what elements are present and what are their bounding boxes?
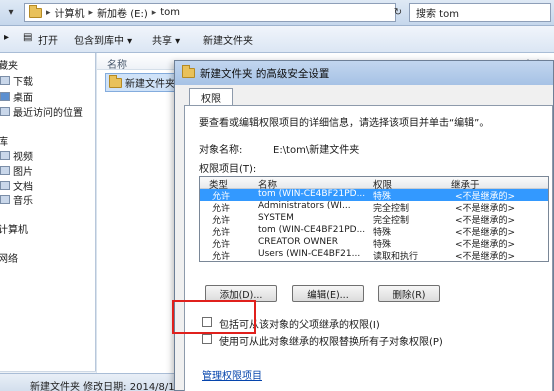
command-bar: ▸ ▤ 打开 包含到库中 ▾ 共享 ▾ 新建文件夹 xyxy=(0,26,554,53)
permission-list-header: 类型 名称 权限 继承于 xyxy=(200,177,548,191)
search-input[interactable]: 搜索 tom xyxy=(409,3,551,22)
organize-icon[interactable]: ▸ xyxy=(4,32,9,43)
refresh-icon[interactable]: ↻ xyxy=(390,3,406,22)
permission-entries-label: 权限项目(T): xyxy=(199,164,257,175)
cell-name: Users (WIN-CE4BF21... xyxy=(258,249,361,259)
cell-name: tom (WIN-CE4BF21PD... xyxy=(258,189,366,199)
tab-label: 权限 xyxy=(201,94,221,105)
permission-entries-list[interactable]: 类型 名称 权限 继承于 允许 tom (WIN-CE4BF21PD... 特殊… xyxy=(199,176,549,262)
folder-icon xyxy=(182,65,195,78)
breadcrumb-tom[interactable]: tom xyxy=(160,7,180,18)
sidebar-item-pictures[interactable]: 图片 xyxy=(0,163,33,178)
column-name[interactable]: 名称 xyxy=(107,56,127,71)
advanced-security-dialog: 新建文件夹 的高级安全设置 权限 要查看或编辑权限项目的详细信息，请选择该项目并… xyxy=(174,60,554,391)
downloads-icon xyxy=(0,75,10,85)
cell-name: SYSTEM xyxy=(258,213,294,223)
sidebar-item-label: 视频 xyxy=(13,151,33,163)
table-row[interactable]: 允许 SYSTEM 完全控制 <不是继承的> xyxy=(200,213,548,226)
sidebar-item-favorites[interactable]: 藏夹 xyxy=(0,57,18,72)
cell-name: CREATOR OWNER xyxy=(258,237,339,247)
breadcrumb-computer[interactable]: 计算机 xyxy=(55,5,85,20)
details-text: 新建文件夹 修改日期: 2014/8/1 xyxy=(30,382,175,391)
replace-child-permissions-label: 使用可从此对象继承的权限替换所有子对象权限(P) xyxy=(219,337,443,348)
chevron-right-icon: ▸ xyxy=(88,7,94,18)
sidebar-item-network[interactable]: 网络 xyxy=(0,250,18,265)
highlight-annotation xyxy=(172,300,256,334)
table-row[interactable]: 允许 CREATOR OWNER 特殊 <不是继承的> xyxy=(200,237,548,250)
sidebar-item-music[interactable]: 音乐 xyxy=(0,192,33,207)
sidebar-item-label: 音乐 xyxy=(13,195,33,207)
sidebar-item-label: 图片 xyxy=(13,166,33,178)
music-icon xyxy=(0,194,10,204)
sidebar-item-label: 文档 xyxy=(13,181,33,193)
pictures-icon xyxy=(0,165,10,175)
sidebar-item-videos[interactable]: 视频 xyxy=(0,148,33,163)
sidebar-item-label: 网络 xyxy=(0,253,18,265)
manage-permissions-link[interactable]: 管理权限项目 xyxy=(202,367,262,382)
instruction-text: 要查看或编辑权限项目的详细信息，请选择该项目并单击“编辑”。 xyxy=(199,118,490,129)
dialog-title: 新建文件夹 的高级安全设置 xyxy=(200,67,330,80)
object-name-label: 对象名称: xyxy=(199,145,243,156)
cell-permission: 读取和执行 xyxy=(373,252,419,262)
dialog-title-bar[interactable]: 新建文件夹 的高级安全设置 xyxy=(175,61,553,85)
new-folder-button[interactable]: 新建文件夹 xyxy=(203,32,253,47)
sidebar-item-label: 桌面 xyxy=(13,92,33,104)
address-box[interactable]: ▸ 计算机 ▸ 新加卷 (E:) ▸ tom xyxy=(24,3,396,22)
recent-pages-icon[interactable]: ▾ xyxy=(3,3,19,22)
sidebar-item-label: 藏夹 xyxy=(0,60,18,72)
table-row[interactable]: 允许 tom (WIN-CE4BF21PD... 特殊 <不是继承的> xyxy=(200,225,548,238)
sidebar-item-recent[interactable]: 最近访问的位置 xyxy=(0,104,83,119)
sidebar-item-documents[interactable]: 文档 xyxy=(0,178,33,193)
open-icon[interactable]: ▤ xyxy=(23,32,32,43)
edit-button[interactable]: 编辑(E)... xyxy=(292,285,364,302)
navigation-pane: 藏夹 下载 桌面 最近访问的位置 库 视频 图片 文档 音乐 计算机 网络 xyxy=(0,53,96,391)
cell-name: Administrators (WI... xyxy=(258,201,351,211)
cell-type: 允许 xyxy=(212,252,231,262)
chevron-right-icon: ▸ xyxy=(46,7,51,18)
table-row[interactable]: 允许 Administrators (WI... 完全控制 <不是继承的> xyxy=(200,201,548,214)
sidebar-item-label: 下载 xyxy=(13,76,33,88)
delete-button[interactable]: 删除(R) xyxy=(378,285,440,302)
tab-permissions[interactable]: 权限 xyxy=(189,88,233,106)
open-button[interactable]: 打开 xyxy=(38,32,58,47)
address-bar: ▾ ▸ 计算机 ▸ 新加卷 (E:) ▸ tom ↻ 搜索 tom xyxy=(0,0,554,26)
desktop-icon xyxy=(0,91,10,101)
chevron-right-icon: ▸ xyxy=(151,7,157,18)
share-button[interactable]: 共享 ▾ xyxy=(152,32,180,47)
folder-icon xyxy=(109,74,122,88)
file-item-label: 新建文件夹 xyxy=(125,79,175,90)
object-name-value: E:\tom\新建文件夹 xyxy=(273,145,360,156)
cell-inherited: <不是继承的> xyxy=(455,252,516,262)
recent-places-icon xyxy=(0,106,10,116)
sidebar-item-computer[interactable]: 计算机 xyxy=(0,221,28,236)
cell-name: tom (WIN-CE4BF21PD... xyxy=(258,225,366,235)
table-row[interactable]: 允许 Users (WIN-CE4BF21... 读取和执行 <不是继承的> xyxy=(200,249,548,261)
folder-icon xyxy=(29,4,42,18)
include-in-library-button[interactable]: 包含到库中 ▾ xyxy=(74,32,132,47)
sidebar-item-label: 库 xyxy=(0,136,8,148)
replace-child-permissions-checkbox[interactable] xyxy=(202,334,212,344)
documents-icon xyxy=(0,180,10,190)
table-row[interactable]: 允许 tom (WIN-CE4BF21PD... 特殊 <不是继承的> xyxy=(200,189,548,202)
sidebar-item-label: 最近访问的位置 xyxy=(13,107,83,119)
breadcrumb-drive[interactable]: 新加卷 (E:) xyxy=(97,5,148,20)
sidebar-item-libraries[interactable]: 库 xyxy=(0,133,8,148)
videos-icon xyxy=(0,150,10,160)
sidebar-item-downloads[interactable]: 下载 xyxy=(0,73,33,88)
file-item[interactable]: 新建文件夹 xyxy=(105,73,181,92)
sidebar-item-label: 计算机 xyxy=(0,224,28,236)
sidebar-item-desktop[interactable]: 桌面 xyxy=(0,89,33,104)
